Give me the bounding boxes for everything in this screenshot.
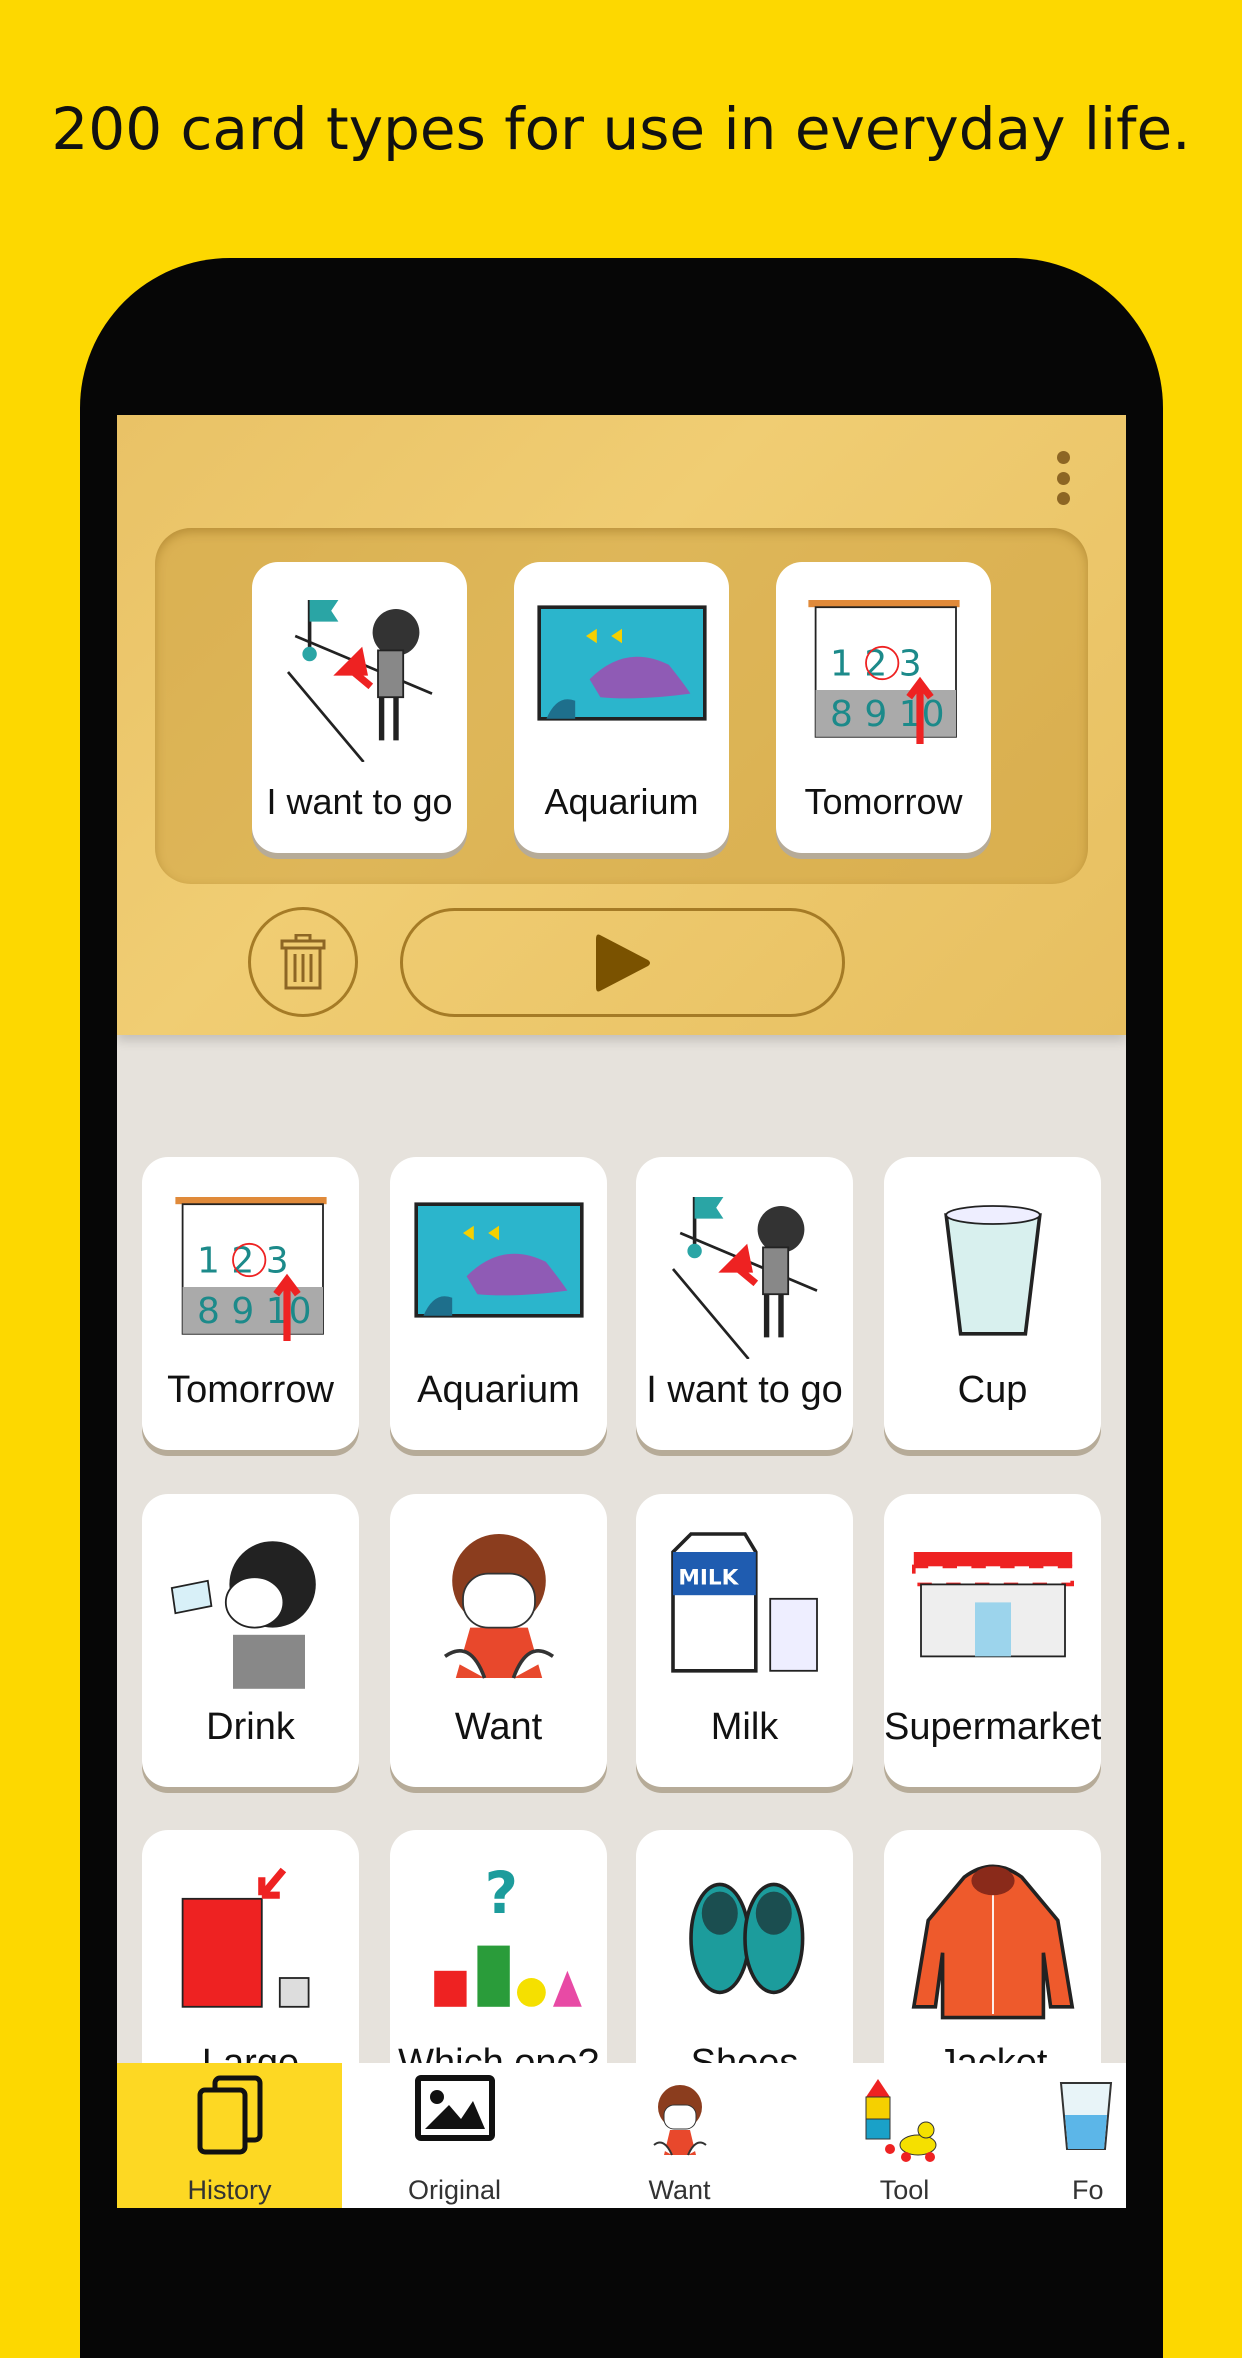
card-label: Drink [206,1706,295,1748]
sentence-card[interactable]: 1 2 38 9 10 Tomorrow [776,562,991,853]
card-aquarium[interactable]: Aquarium [390,1157,607,1450]
tab-food[interactable]: Fo [1017,2063,1126,2208]
card-tomorrow[interactable]: 1 2 38 9 10 Tomorrow [142,1157,359,1450]
tab-tool[interactable]: Tool [792,2063,1017,2208]
image-icon [414,2075,495,2141]
toy-icon [865,2079,936,2162]
card-label: I want to go [646,1369,843,1411]
aquarium-icon [536,605,707,721]
more-menu-icon[interactable] [1053,451,1073,505]
card-supermarket[interactable]: Supermarket [884,1494,1101,1787]
girl-icon [652,2085,707,2156]
milk-icon: MILK [670,1532,818,1673]
card-label: Tomorrow [804,781,963,822]
svg-text:8 9 10: 8 9 10 [830,694,945,735]
card-label: Supermarket [884,1706,1101,1748]
svg-text:8 9 10: 8 9 10 [197,1291,312,1332]
large-icon [181,1867,310,2008]
drink-icon [170,1541,316,1689]
tab-label: Original [407,2175,502,2205]
sentence-panel: I want to go Aquarium 1 2 38 9 10 Tomorro… [117,415,1126,1035]
sentence-card[interactable]: Aquarium [514,562,729,853]
clear-button[interactable] [248,907,358,1017]
card-i-want-to-go[interactable]: I want to go [636,1157,853,1450]
card-want[interactable]: Want [390,1494,607,1787]
calendar-icon: 1 2 38 9 10 [174,1197,327,1341]
trash-icon [280,934,326,990]
svg-text:?: ? [484,1860,517,1927]
go-icon [671,1197,818,1359]
jacket-icon [911,1864,1074,2020]
card-label: Want [454,1706,543,1748]
card-label: Tomorrow [167,1369,334,1411]
aquarium-icon [413,1202,584,1318]
store-icon [911,1552,1074,1658]
play-button[interactable] [400,908,845,1017]
headline: 200 card types for use in everyday life. [51,95,1191,163]
tab-label: Fo [1072,2175,1104,2205]
milk-text: MILK [678,1565,739,1590]
tab-label: Tool [879,2175,930,2205]
app-screen: I want to go Aquarium 1 2 38 9 10 Tomorro… [117,415,1126,2208]
glass-icon [1059,2082,1113,2150]
card-drink[interactable]: Drink [142,1494,359,1787]
tab-label: Want [648,2175,711,2205]
tab-original[interactable]: Original [342,2063,567,2208]
tab-label: History [187,2175,272,2205]
play-icon [595,934,650,991]
tab-want[interactable]: Want [567,2063,792,2208]
history-cards-icon [197,2075,262,2155]
girl-icon [443,1534,554,1679]
shoes-icon [688,1882,804,1995]
sentence-card[interactable]: I want to go [252,562,467,853]
card-label: Aquarium [544,781,699,822]
card-label: Aquarium [417,1369,580,1411]
card-label: I want to go [266,781,453,822]
card-milk[interactable]: MILK Milk [636,1494,853,1787]
which-icon: ? [433,1860,582,2007]
cup-icon [943,1205,1042,1336]
tab-history[interactable]: History [117,2063,342,2208]
category-tab-bar: History Original Want Tool Fo [117,2063,1126,2208]
go-icon [286,600,433,762]
card-label: Cup [957,1369,1028,1411]
calendar-icon: 1 2 38 9 10 [807,600,960,744]
card-label: Milk [710,1706,779,1748]
card-cup[interactable]: Cup [884,1157,1101,1450]
